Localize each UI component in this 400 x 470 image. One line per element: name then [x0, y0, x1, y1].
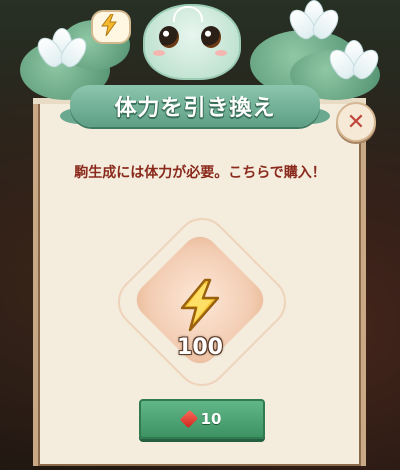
close-button[interactable]: ✕: [336, 102, 376, 142]
red-gem-icon: [179, 409, 198, 429]
dialog-message: 駒生成には体力が必要。こちらで購入！: [74, 165, 326, 181]
lightning-bolt-icon: [180, 278, 220, 332]
dialog-title: 体力を引き換え: [114, 96, 276, 121]
buy-price: 10: [200, 410, 222, 428]
mascot-cat: [135, 0, 245, 80]
lightning-bolt-icon: [101, 14, 117, 36]
item-amount: 100: [177, 335, 223, 360]
close-icon: ✕: [346, 109, 366, 135]
buy-button[interactable]: 10: [139, 399, 265, 439]
